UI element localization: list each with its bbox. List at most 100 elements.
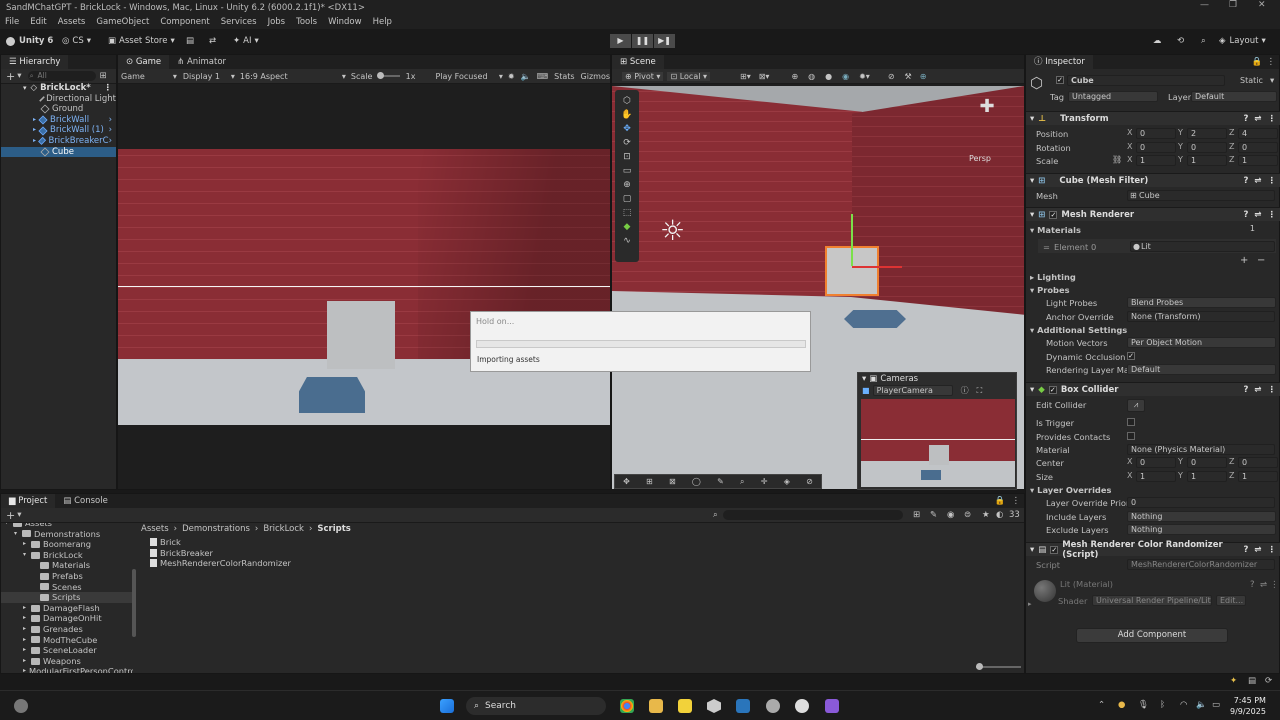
- close-icon[interactable]: ✕: [1258, 0, 1266, 10]
- collider-material-field[interactable]: None (Physics Material): [1127, 444, 1275, 455]
- menu-help[interactable]: Help: [373, 17, 392, 27]
- chevron-down-icon[interactable]: ▾: [17, 71, 21, 81]
- more-options-icon[interactable]: ⋮: [1268, 114, 1277, 124]
- preset-icon[interactable]: ⇌: [1254, 114, 1261, 124]
- icon-size-slider[interactable]: [976, 663, 1021, 670]
- paint-icon[interactable]: ✎: [717, 477, 724, 486]
- preset-icon[interactable]: ⇌: [1254, 210, 1261, 220]
- hierarchy-item-ground[interactable]: Ground: [1, 104, 116, 115]
- help-icon[interactable]: ?: [1243, 385, 1248, 395]
- scale-slider-handle[interactable]: [377, 72, 385, 79]
- project-tree-item-scenes[interactable]: Scenes: [1, 582, 133, 593]
- transform-position-z-input[interactable]: 4: [1238, 128, 1278, 139]
- sun-icon[interactable]: ✹: [508, 72, 515, 81]
- shading-wire-icon[interactable]: ◍: [808, 72, 815, 81]
- cs-button[interactable]: ◎ CS ▾: [62, 34, 91, 48]
- project-tree-item-damageflash[interactable]: ▸ DamageFlash: [1, 603, 133, 614]
- volume-icon[interactable]: 🔈: [1196, 700, 1207, 710]
- menu-window[interactable]: Window: [328, 17, 362, 27]
- help-icon[interactable]: ?: [1250, 580, 1255, 590]
- global-icon[interactable]: ⊕: [791, 72, 798, 81]
- search-icon[interactable]: ⌕: [1201, 34, 1206, 48]
- aspect-dropdown[interactable]: 16:9 Aspect ▾: [240, 72, 346, 81]
- mesh-renderer-enabled-checkbox[interactable]: ✓: [1049, 210, 1058, 219]
- settings-icon[interactable]: [766, 699, 780, 713]
- clipboard-icon[interactable]: ▤: [1248, 676, 1256, 686]
- hierarchy-item-cube[interactable]: Cube: [1, 146, 116, 158]
- keyboard-icon[interactable]: ⌨: [537, 72, 549, 81]
- tab-game[interactable]: ⊙ Game: [118, 55, 170, 69]
- box-collider-header[interactable]: ▾ ◆ ✓ Box Collider? ⇌ ⋮: [1026, 382, 1280, 396]
- project-tree-item-demonstrations[interactable]: ▾ Demonstrations: [1, 529, 133, 540]
- materials-count[interactable]: 1: [1200, 224, 1255, 235]
- collider-size-x-input[interactable]: 1: [1136, 471, 1176, 482]
- version-control-icon[interactable]: ⇄: [209, 34, 216, 48]
- help-icon[interactable]: ?: [1243, 114, 1248, 124]
- more-options-icon[interactable]: ⋮: [1268, 545, 1277, 555]
- hierarchy-search-input[interactable]: ⌕ All: [27, 71, 96, 81]
- project-tree-item-prefabs[interactable]: Prefabs: [1, 571, 133, 582]
- step-button[interactable]: ▶❚: [654, 34, 675, 48]
- pan-icon[interactable]: ✛: [761, 477, 768, 486]
- expand-arrow-icon[interactable]: ▸: [23, 624, 31, 635]
- pause-button[interactable]: ❚❚: [632, 34, 653, 48]
- windows-start-icon[interactable]: [440, 699, 454, 713]
- project-tree-item-materials[interactable]: Materials: [1, 560, 133, 571]
- package-icon[interactable]: ▤: [186, 34, 194, 48]
- exclude-layers-dropdown[interactable]: Nothing: [1127, 524, 1276, 535]
- expand-arrow-icon[interactable]: ▸: [23, 539, 31, 550]
- lock-icon[interactable]: 🔒: [1252, 55, 1267, 69]
- expand-arrow-icon[interactable]: ▾: [1030, 325, 1034, 335]
- history-icon[interactable]: ⟲: [1177, 34, 1184, 48]
- persp-label[interactable]: Persp: [969, 154, 991, 163]
- collapse-arrow-icon[interactable]: ▸: [1030, 272, 1034, 282]
- transform-scale-y-input[interactable]: 1: [1187, 155, 1227, 166]
- element-material-field[interactable]: ● Lit: [1130, 241, 1275, 252]
- hierarchy-item-brickwall-1[interactable]: ▸ BrickWall (1) ›: [1, 125, 116, 136]
- help-icon[interactable]: ?: [1243, 176, 1248, 186]
- tab-scene[interactable]: ⊞ Scene: [612, 55, 664, 69]
- dynamic-occlusion-checkbox[interactable]: ✓: [1127, 352, 1135, 360]
- tab-inspector[interactable]: ⓘ Inspector: [1026, 55, 1093, 69]
- motion-vectors-dropdown[interactable]: Per Object Motion: [1127, 337, 1276, 348]
- active-checkbox[interactable]: ✓: [1056, 76, 1064, 84]
- layers-icon[interactable]: ◈: [784, 477, 790, 486]
- layer-dropdown[interactable]: Default: [1191, 91, 1277, 102]
- play-focused-dropdown[interactable]: Play Focused ▾: [435, 72, 502, 81]
- collider-center-z-input[interactable]: 0: [1238, 457, 1278, 468]
- ai-button[interactable]: ✦ AI ▾: [233, 34, 259, 48]
- project-tree-item-bricklock[interactable]: ▾ BrickLock: [1, 550, 133, 561]
- tree-scrollbar[interactable]: [132, 569, 136, 637]
- project-tree-item-weapons[interactable]: ▸ Weapons: [1, 656, 133, 667]
- provides-contacts-checkbox[interactable]: [1127, 432, 1135, 440]
- collider-center-x-input[interactable]: 0: [1136, 457, 1176, 468]
- expand-arrow-icon[interactable]: ▸: [23, 656, 31, 667]
- progress-spinner-icon[interactable]: ⟳: [1265, 676, 1272, 686]
- display-dropdown[interactable]: Display 1 ▾: [183, 72, 235, 81]
- gizmos-dropdown-icon[interactable]: ⊕: [920, 72, 927, 81]
- add-element-icon[interactable]: +: [1240, 255, 1248, 266]
- transform-rotation-x-input[interactable]: 0: [1136, 142, 1176, 153]
- gizmos-button[interactable]: Gizmos: [581, 72, 610, 81]
- battery-icon[interactable]: ▭: [1212, 700, 1220, 710]
- expand-arrow-icon[interactable]: ▾: [862, 374, 866, 384]
- hierarchy-scene-item[interactable]: ▾ ◇ BrickLock* ⋮: [1, 83, 116, 94]
- mesh-renderer-header[interactable]: ▾ ⊞ ✓ Mesh Renderer? ⇌ ⋮: [1026, 207, 1280, 221]
- visibility-icon[interactable]: ◐: [996, 510, 1003, 520]
- preset-icon[interactable]: ⇌: [1254, 176, 1261, 186]
- drag-handle-icon[interactable]: =: [1043, 242, 1050, 252]
- rendering-layer-dropdown[interactable]: Default: [1127, 364, 1276, 375]
- chrome-icon[interactable]: [620, 699, 634, 713]
- menu-file[interactable]: File: [5, 17, 19, 27]
- project-tree-item-grenades[interactable]: ▸ Grenades: [1, 624, 133, 635]
- hierarchy-item-brickwall[interactable]: ▸ BrickWall ›: [1, 115, 116, 126]
- game-viewport[interactable]: [118, 149, 610, 425]
- star-icon[interactable]: ★: [982, 510, 990, 520]
- snap-icon[interactable]: ⊠: [669, 477, 676, 486]
- more-options-icon[interactable]: ⋮: [1012, 494, 1025, 508]
- more-options-icon[interactable]: ⋮: [1268, 385, 1277, 395]
- tools-overlay-icon[interactable]: ⚒: [905, 72, 912, 81]
- transform-position-y-input[interactable]: 2: [1187, 128, 1227, 139]
- preset-icon[interactable]: ⇌: [1254, 545, 1261, 555]
- custom-tool-icon[interactable]: ▢: [623, 194, 632, 208]
